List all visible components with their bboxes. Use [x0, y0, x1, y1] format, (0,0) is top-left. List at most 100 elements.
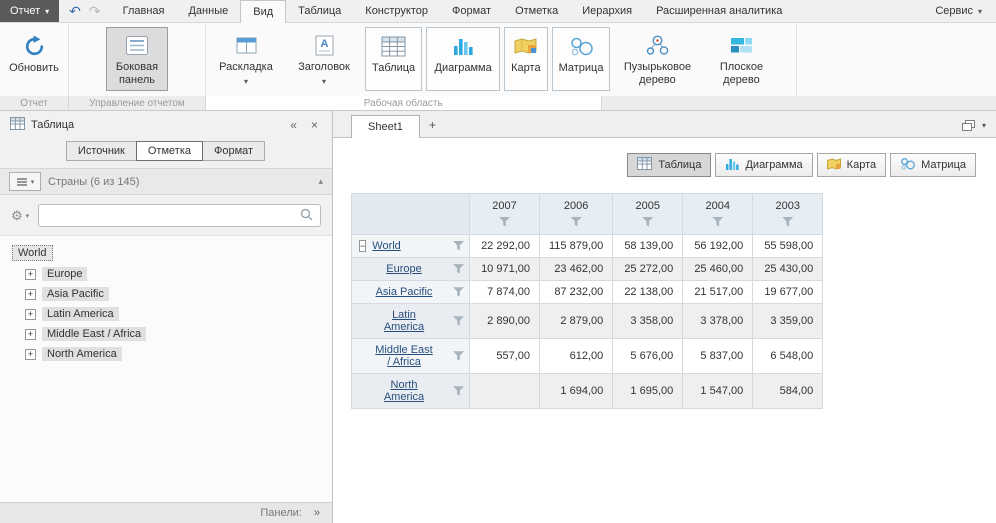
filter-icon[interactable] — [453, 351, 464, 361]
filter-icon[interactable] — [782, 217, 793, 227]
row-link[interactable]: Middle East / Africa — [373, 344, 435, 368]
tab-dannye[interactable]: Данные — [176, 0, 240, 22]
filter-icon[interactable] — [499, 217, 510, 227]
expand-icon[interactable]: + — [25, 289, 36, 300]
cell[interactable]: 612,00 — [540, 339, 613, 374]
expand-icon[interactable]: + — [25, 309, 36, 320]
cell[interactable]: 21 517,00 — [683, 281, 753, 304]
tree-item[interactable]: + Europe — [25, 267, 320, 281]
cell[interactable]: 56 192,00 — [683, 235, 753, 258]
layout-button[interactable]: Раскладка ▾ — [209, 27, 283, 91]
chart-view-button[interactable]: Диаграмма — [426, 27, 500, 91]
filter-icon[interactable] — [642, 217, 653, 227]
flat-tree-button[interactable]: Плоское дерево — [704, 27, 778, 91]
panel-close-icon[interactable]: × — [307, 118, 322, 132]
panels-more-icon[interactable]: » — [314, 507, 320, 519]
row-header-asia-pacific[interactable]: Asia Pacific — [352, 281, 470, 304]
column-header-2005[interactable]: 2005 — [613, 194, 683, 235]
filter-icon[interactable] — [571, 217, 582, 227]
tab-otmetka-panel[interactable]: Отметка — [136, 141, 203, 161]
view-chart-button[interactable]: Диаграмма — [715, 153, 812, 177]
table-view-button[interactable]: Таблица — [365, 27, 422, 91]
add-sheet-button[interactable]: + — [420, 113, 445, 137]
cell[interactable]: 22 292,00 — [470, 235, 540, 258]
windows-icon[interactable] — [962, 120, 975, 131]
panel-collapse-icon[interactable]: « — [286, 118, 301, 132]
refresh-button[interactable]: Обновить — [2, 27, 66, 91]
title-button[interactable]: A Заголовок ▾ — [287, 27, 361, 91]
matrix-view-button[interactable]: Матрица — [552, 27, 611, 91]
cell[interactable]: 5 676,00 — [613, 339, 683, 374]
cell[interactable]: 19 677,00 — [753, 281, 823, 304]
tab-istochnik[interactable]: Источник — [66, 141, 137, 161]
filter-icon[interactable] — [453, 241, 464, 251]
search-icon[interactable] — [300, 208, 313, 224]
bubble-tree-button[interactable]: Пузырьковое дерево — [614, 27, 700, 91]
cell[interactable]: 3 378,00 — [683, 304, 753, 339]
column-header-2007[interactable]: 2007 — [470, 194, 540, 235]
cell[interactable]: 58 139,00 — [613, 235, 683, 258]
tree-item[interactable]: + Latin America — [25, 307, 320, 321]
cell[interactable]: 1 547,00 — [683, 374, 753, 409]
tree-item[interactable]: + Asia Pacific — [25, 287, 320, 301]
cell[interactable]: 25 460,00 — [683, 258, 753, 281]
tab-otmetka[interactable]: Отметка — [503, 0, 570, 22]
cell[interactable]: 10 971,00 — [470, 258, 540, 281]
redo-icon[interactable]: ↷ — [89, 3, 101, 20]
undo-icon[interactable]: ↶ — [69, 3, 81, 20]
view-table-button[interactable]: Таблица — [627, 153, 711, 177]
cell[interactable]: 25 272,00 — [613, 258, 683, 281]
cell[interactable]: 1 695,00 — [613, 374, 683, 409]
cell[interactable]: 6 548,00 — [753, 339, 823, 374]
section-collapse-icon[interactable]: ▴ — [318, 176, 323, 187]
settings-button[interactable]: ⚙ ▾ — [11, 208, 29, 224]
expand-icon[interactable]: + — [25, 269, 36, 280]
filter-icon[interactable] — [712, 217, 723, 227]
cell[interactable]: 2 879,00 — [540, 304, 613, 339]
expand-icon[interactable]: + — [25, 349, 36, 360]
row-link[interactable]: Asia Pacific — [376, 286, 433, 298]
tab-glavnaya[interactable]: Главная — [111, 0, 177, 22]
cell[interactable]: 22 138,00 — [613, 281, 683, 304]
cell[interactable]: 1 694,00 — [540, 374, 613, 409]
service-menu-button[interactable]: Сервис ▾ — [921, 0, 996, 22]
column-header-2004[interactable]: 2004 — [683, 194, 753, 235]
tab-vid[interactable]: Вид — [240, 0, 286, 23]
tree-item-label[interactable]: Europe — [42, 267, 87, 281]
tab-konstruktor[interactable]: Конструктор — [353, 0, 440, 22]
row-header-north-america[interactable]: North America — [352, 374, 470, 409]
filter-icon[interactable] — [453, 287, 464, 297]
row-link[interactable]: North America — [373, 379, 435, 403]
row-link[interactable]: Latin America — [373, 309, 435, 333]
row-header-latin-america[interactable]: Latin America — [352, 304, 470, 339]
row-header-middle-east-africa[interactable]: Middle East / Africa — [352, 339, 470, 374]
tree-item-label[interactable]: Middle East / Africa — [42, 327, 146, 341]
tree-item-root[interactable]: World — [12, 245, 320, 261]
cell[interactable]: 23 462,00 — [540, 258, 613, 281]
filter-icon[interactable] — [453, 386, 464, 396]
cell[interactable]: 3 359,00 — [753, 304, 823, 339]
cell[interactable] — [470, 374, 540, 409]
tab-format-panel[interactable]: Формат — [202, 141, 265, 161]
view-matrix-button[interactable]: Матрица — [890, 153, 976, 177]
cell[interactable]: 25 430,00 — [753, 258, 823, 281]
tree-item-label[interactable]: Asia Pacific — [42, 287, 109, 301]
tab-rasshirennaya-analitika[interactable]: Расширенная аналитика — [644, 0, 794, 22]
tree-item[interactable]: + Middle East / Africa — [25, 327, 320, 341]
tab-format[interactable]: Формат — [440, 0, 503, 22]
expand-icon[interactable]: + — [25, 329, 36, 340]
corner-cell[interactable] — [352, 194, 470, 235]
sheet-tab[interactable]: Sheet1 — [351, 115, 420, 138]
tab-ierarkhiya[interactable]: Иерархия — [570, 0, 644, 22]
tree-item[interactable]: + North America — [25, 347, 320, 361]
side-panel-button[interactable]: Боковая панель — [106, 27, 168, 91]
cell[interactable]: 7 874,00 — [470, 281, 540, 304]
view-map-button[interactable]: Карта — [817, 153, 886, 177]
cell[interactable]: 584,00 — [753, 374, 823, 409]
cell[interactable]: 115 879,00 — [540, 235, 613, 258]
row-link[interactable]: Europe — [386, 263, 421, 275]
tree-item-label[interactable]: Latin America — [42, 307, 119, 321]
filter-icon[interactable] — [453, 316, 464, 326]
row-header-world[interactable]: −World — [352, 235, 470, 258]
tree-root-label[interactable]: World — [12, 245, 53, 261]
